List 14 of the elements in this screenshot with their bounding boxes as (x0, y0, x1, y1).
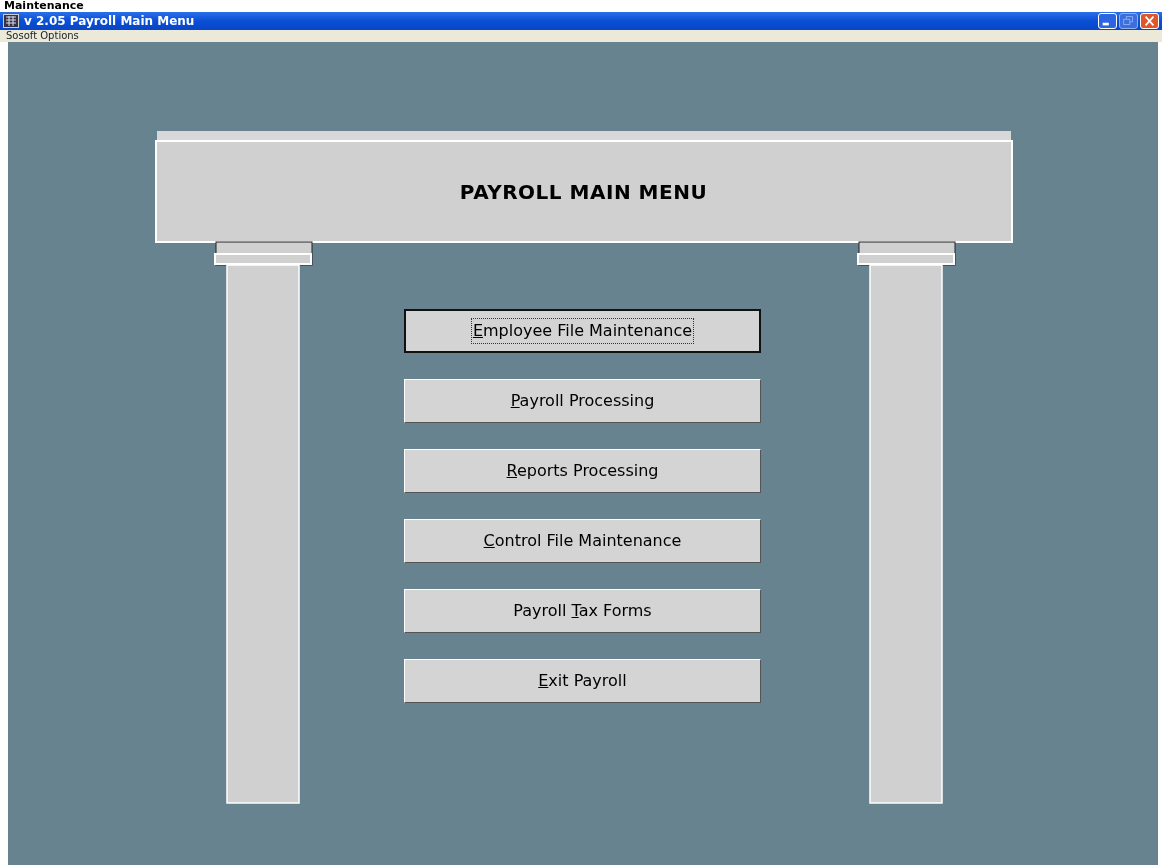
page-heading: Maintenance (3, 0, 85, 12)
app-icon (3, 14, 19, 28)
menu-button[interactable]: Payroll Tax Forms (404, 589, 761, 633)
menu-item[interactable]: Sosoft Options (6, 30, 79, 42)
menu-button[interactable]: Control File Maintenance (404, 519, 761, 563)
restore-button[interactable] (1119, 13, 1138, 29)
menu-button[interactable]: Exit Payroll (404, 659, 761, 703)
close-button[interactable] (1140, 13, 1159, 29)
window-title: v 2.05 Payroll Main Menu (24, 13, 195, 30)
minimize-button[interactable] (1098, 13, 1117, 29)
menu-button[interactable]: Payroll Processing (404, 379, 761, 423)
form-title: PAYROLL MAIN MENU (458, 178, 709, 206)
menu-button[interactable]: Reports Processing (404, 449, 761, 493)
menu-button[interactable]: Employee File Maintenance (404, 309, 761, 353)
